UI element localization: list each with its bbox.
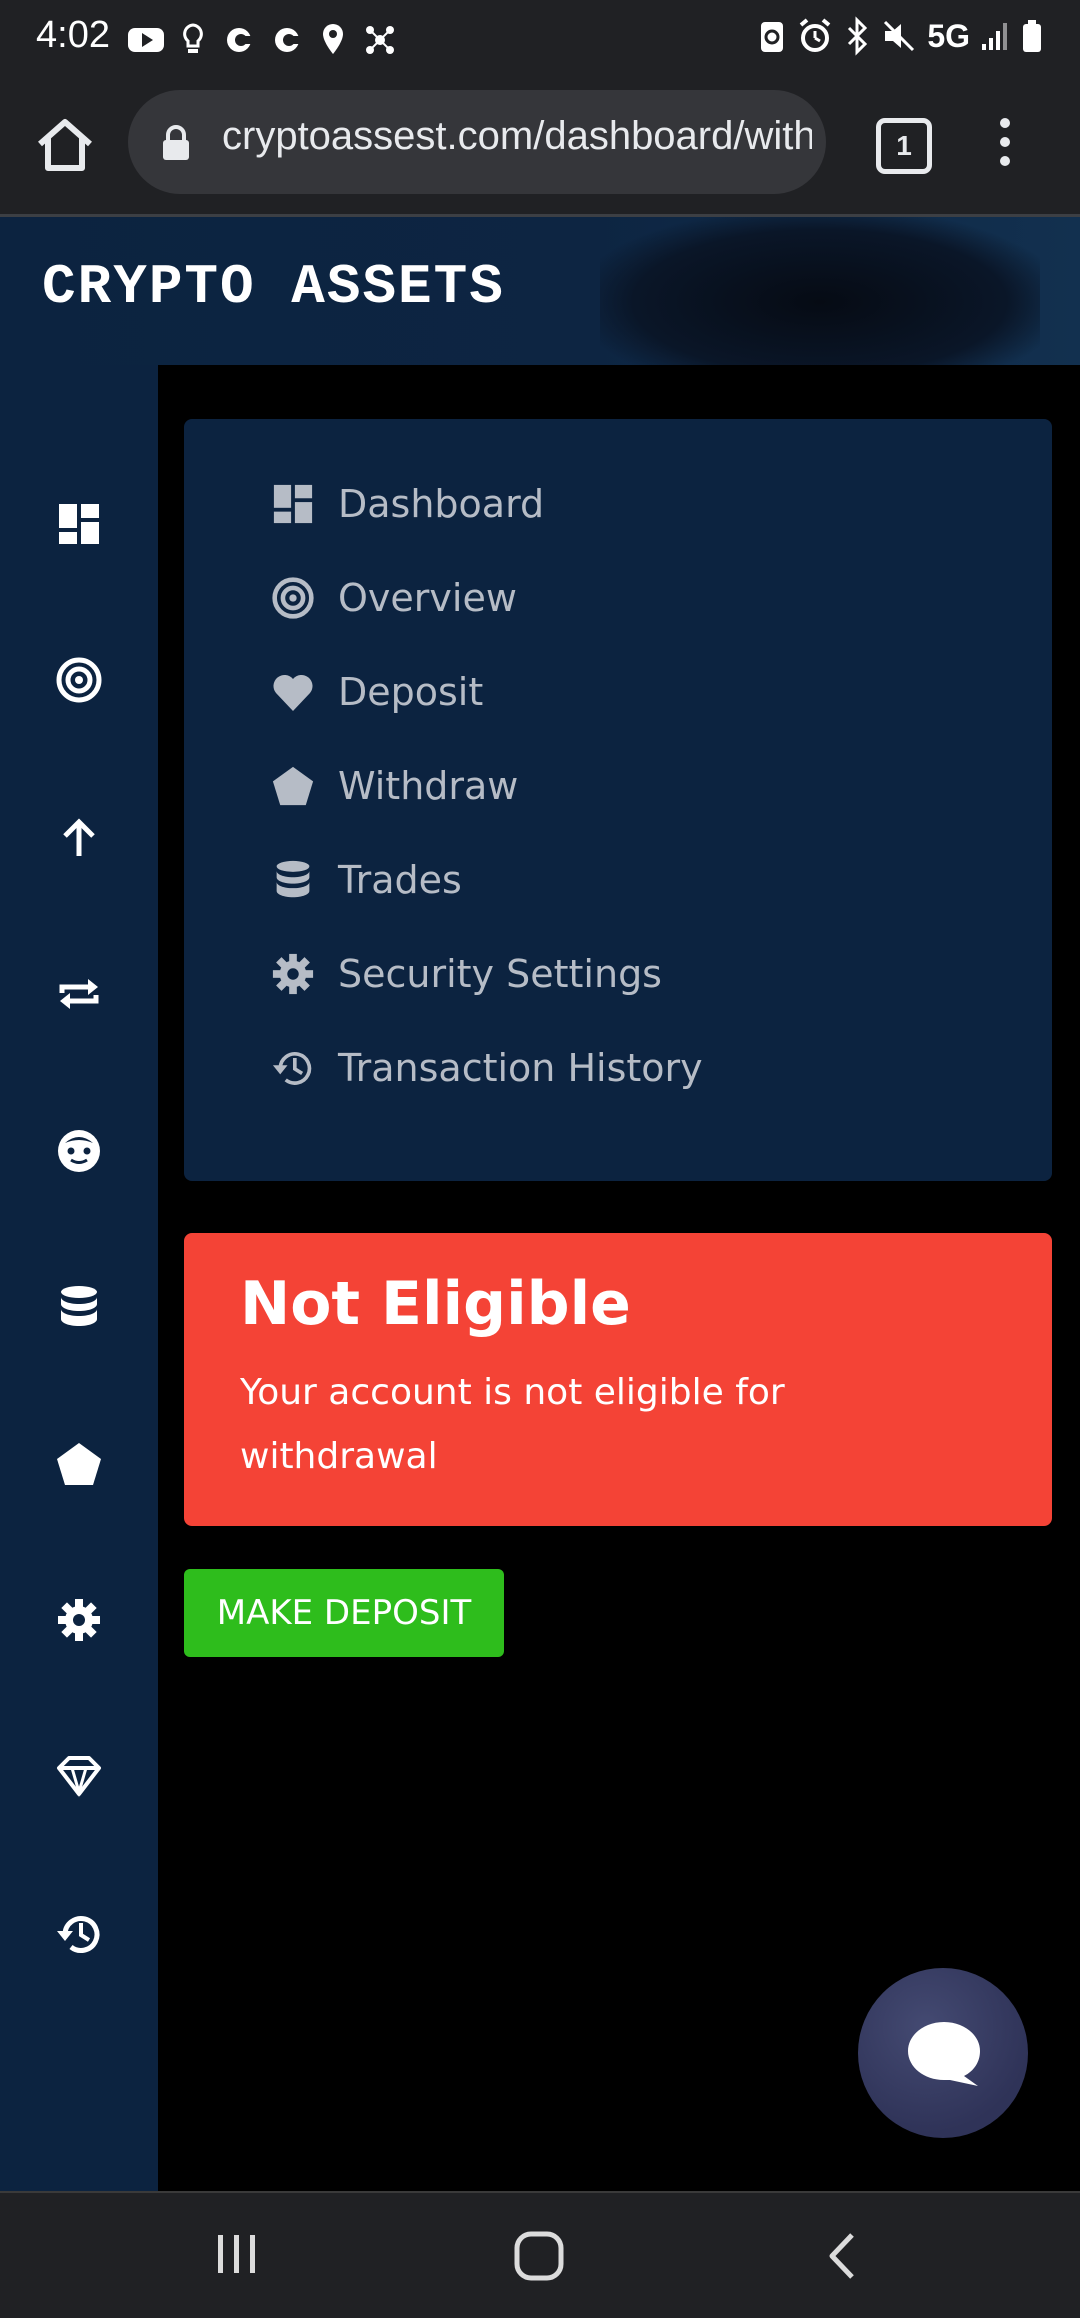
status-bar: 4:02 5G — [0, 0, 1080, 80]
menu-item-transaction-history[interactable]: Transaction History — [270, 1038, 703, 1098]
recent-apps-icon[interactable] — [212, 2229, 262, 2279]
menu-item-label: Deposit — [338, 670, 484, 714]
browser-toolbar: cryptoassest.com/dashboard/withdraw 1 — [0, 80, 1080, 217]
header-decoration — [600, 217, 1040, 365]
repeat-icon[interactable] — [50, 965, 108, 1023]
alert-message: Your account is not eligible for withdra… — [240, 1372, 785, 1477]
sidebar — [0, 365, 158, 2191]
menu-item-withdraw[interactable]: Withdraw — [270, 756, 518, 816]
chat-bubble-icon — [908, 2022, 980, 2086]
alert-title: Not Eligible — [240, 1269, 631, 1339]
database-icon[interactable] — [50, 1278, 108, 1336]
arrow-up-icon[interactable] — [50, 809, 108, 867]
gear-icon — [270, 951, 316, 997]
address-bar[interactable]: cryptoassest.com/dashboard/withdraw — [128, 90, 826, 194]
battery-saver-icon — [761, 22, 784, 52]
home-icon[interactable] — [30, 110, 100, 180]
target-icon[interactable] — [50, 651, 108, 709]
battery-icon — [1023, 20, 1041, 52]
heart-icon — [270, 669, 316, 715]
app-c-icon — [275, 28, 302, 52]
bluetooth-icon — [848, 16, 868, 56]
target-icon — [270, 575, 316, 621]
bulb-icon — [183, 23, 203, 53]
site-logo[interactable]: CRYPTO ASSETS — [42, 255, 505, 319]
diamond-icon[interactable] — [50, 1747, 108, 1805]
pentagon-icon — [270, 763, 316, 809]
site-header: CRYPTO ASSETS — [0, 217, 1080, 365]
menu-item-trades[interactable]: Trades — [270, 850, 462, 910]
signal-icon — [982, 23, 1007, 50]
history-icon[interactable] — [50, 1905, 108, 1963]
menu-item-label: Dashboard — [338, 482, 545, 526]
status-time: 4:02 — [36, 14, 110, 56]
dashboard-icon[interactable] — [50, 495, 108, 553]
back-icon[interactable] — [822, 2229, 862, 2283]
home-nav-icon[interactable] — [512, 2229, 566, 2283]
menu-item-overview[interactable]: Overview — [270, 568, 517, 628]
not-eligible-alert: Not Eligible Your account is not eligibl… — [184, 1233, 1052, 1526]
menu-item-label: Overview — [338, 576, 517, 620]
tab-switcher-button[interactable]: 1 — [876, 118, 932, 174]
pentagon-icon[interactable] — [50, 1435, 108, 1493]
chat-button[interactable] — [858, 1968, 1028, 2138]
youtube-icon — [128, 28, 164, 52]
mute-icon — [884, 20, 915, 52]
gear-icon[interactable] — [50, 1591, 108, 1649]
menu-item-label: Withdraw — [338, 764, 519, 808]
location-pin-icon — [323, 24, 343, 54]
database-icon — [270, 857, 316, 903]
menu-item-security-settings[interactable]: Security Settings — [270, 944, 662, 1004]
make-deposit-button[interactable]: MAKE DEPOSIT — [184, 1569, 504, 1657]
status-right-icons: 5G — [757, 16, 1044, 56]
menu-item-deposit[interactable]: Deposit — [270, 662, 483, 722]
dashboard-icon — [270, 481, 316, 527]
network-type: 5G — [927, 17, 970, 54]
hub-icon — [366, 26, 394, 54]
menu-item-label: Security Settings — [338, 952, 662, 996]
history-icon — [270, 1045, 316, 1091]
overflow-menu-icon[interactable] — [990, 114, 1020, 174]
menu-item-label: Trades — [338, 858, 462, 902]
lock-icon — [163, 125, 189, 160]
system-nav-bar — [0, 2191, 1080, 2318]
menu-item-dashboard[interactable]: Dashboard — [270, 474, 544, 534]
alarm-icon — [800, 18, 831, 52]
navigation-menu: Dashboard Overview Deposit Withdraw Trad… — [184, 419, 1052, 1181]
face-icon[interactable] — [50, 1122, 108, 1180]
menu-item-label: Transaction History — [338, 1046, 703, 1090]
app-c-icon — [227, 28, 254, 52]
url-text[interactable]: cryptoassest.com/dashboard/withdraw — [222, 114, 812, 159]
